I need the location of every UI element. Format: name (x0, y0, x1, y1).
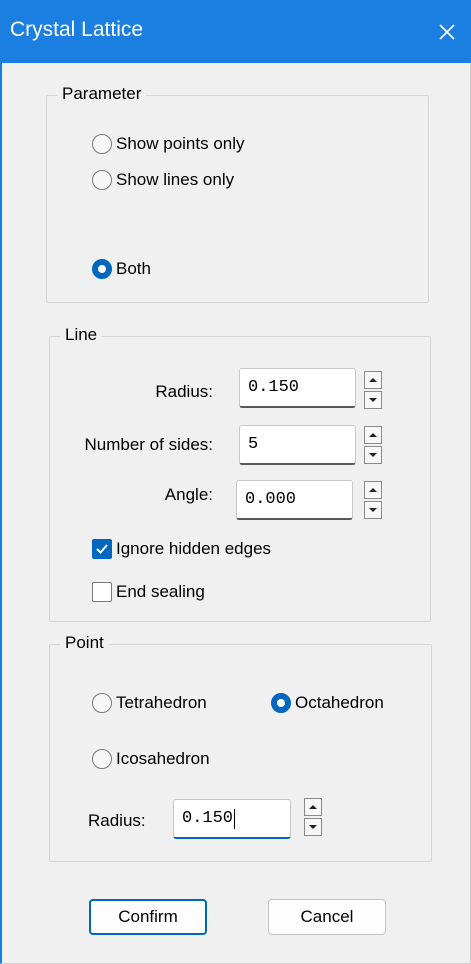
number-of-sides-spinner (364, 426, 382, 464)
icosahedron-radio[interactable]: Icosahedron (92, 749, 210, 769)
parameter-legend: Parameter (57, 84, 147, 104)
confirm-button[interactable]: Confirm (89, 899, 207, 935)
angle-spinner (364, 481, 382, 519)
arrow-down-icon (369, 508, 377, 512)
show-lines-only-radio[interactable]: Show lines only (92, 170, 234, 190)
both-radio[interactable]: Both (92, 259, 151, 279)
point-radius-up-button[interactable] (304, 798, 322, 816)
cancel-button[interactable]: Cancel (268, 899, 386, 935)
radio-circle (92, 749, 112, 769)
show-points-only-label: Show points only (116, 134, 245, 153)
line-radius-down-button[interactable] (364, 391, 382, 409)
close-icon (439, 23, 455, 40)
checkbox-box-checked (92, 539, 112, 559)
text-caret (234, 808, 236, 829)
radio-circle (92, 693, 112, 713)
radio-circle-checked (92, 259, 112, 279)
number-of-sides-input[interactable]: 5 (239, 425, 356, 465)
point-radius-label: Radius: (88, 811, 146, 830)
point-legend: Point (60, 633, 109, 653)
icosahedron-label: Icosahedron (116, 749, 210, 768)
arrow-down-icon (369, 398, 377, 402)
angle-down-button[interactable] (364, 501, 382, 519)
both-label: Both (116, 259, 151, 278)
crystal-lattice-dialog: Crystal Lattice Parameter Show points on… (0, 0, 471, 964)
arrow-down-icon (309, 825, 317, 829)
point-radius-input[interactable]: 0.150 (173, 799, 291, 839)
angle-value: 0.000 (245, 490, 297, 509)
close-button[interactable] (423, 0, 471, 63)
ignore-hidden-edges-checkbox[interactable]: Ignore hidden edges (92, 539, 271, 559)
line-radius-input[interactable]: 0.150 (239, 368, 356, 408)
line-group: Line Radius: 0.150 Number of sides: 5 An… (49, 325, 431, 622)
radio-circle (92, 134, 112, 154)
point-radius-value: 0.150 (182, 809, 234, 828)
tetrahedron-radio[interactable]: Tetrahedron (92, 693, 207, 713)
angle-label: Angle: (164, 485, 213, 504)
checkbox-box (92, 582, 112, 602)
line-legend: Line (60, 325, 103, 345)
number-of-sides-down-button[interactable] (364, 446, 382, 464)
number-of-sides-value: 5 (248, 435, 259, 454)
point-group: Point Tetrahedron Octahedron Icosahedron… (49, 633, 432, 862)
octahedron-label: Octahedron (295, 693, 384, 712)
parameter-group: Parameter Show points only Show lines on… (46, 84, 429, 303)
window-title: Crystal Lattice (10, 18, 144, 41)
point-radius-spinner (304, 798, 322, 836)
line-radius-up-button[interactable] (364, 371, 382, 389)
end-sealing-label: End sealing (116, 582, 205, 601)
arrow-up-icon (369, 378, 377, 382)
line-radius-value: 0.150 (248, 378, 300, 397)
end-sealing-checkbox[interactable]: End sealing (92, 582, 205, 602)
point-radius-down-button[interactable] (304, 818, 322, 836)
line-radius-spinner (364, 371, 382, 409)
show-lines-only-label: Show lines only (116, 170, 235, 189)
show-points-only-radio[interactable]: Show points only (92, 134, 245, 154)
title-bar[interactable]: Crystal Lattice (2, 0, 471, 63)
arrow-up-icon (309, 805, 317, 809)
checkmark-icon (96, 544, 108, 554)
number-of-sides-up-button[interactable] (364, 426, 382, 444)
octahedron-radio[interactable]: Octahedron (271, 693, 384, 713)
ignore-hidden-edges-label: Ignore hidden edges (116, 539, 272, 558)
arrow-up-icon (369, 433, 377, 437)
tetrahedron-label: Tetrahedron (116, 693, 207, 712)
line-radius-label: Radius: (155, 382, 213, 401)
arrow-up-icon (369, 488, 377, 492)
angle-up-button[interactable] (364, 481, 382, 499)
radio-circle-checked (271, 693, 291, 713)
number-of-sides-label: Number of sides: (84, 435, 214, 454)
angle-input[interactable]: 0.000 (236, 480, 353, 520)
arrow-down-icon (369, 453, 377, 457)
radio-circle (92, 170, 112, 190)
